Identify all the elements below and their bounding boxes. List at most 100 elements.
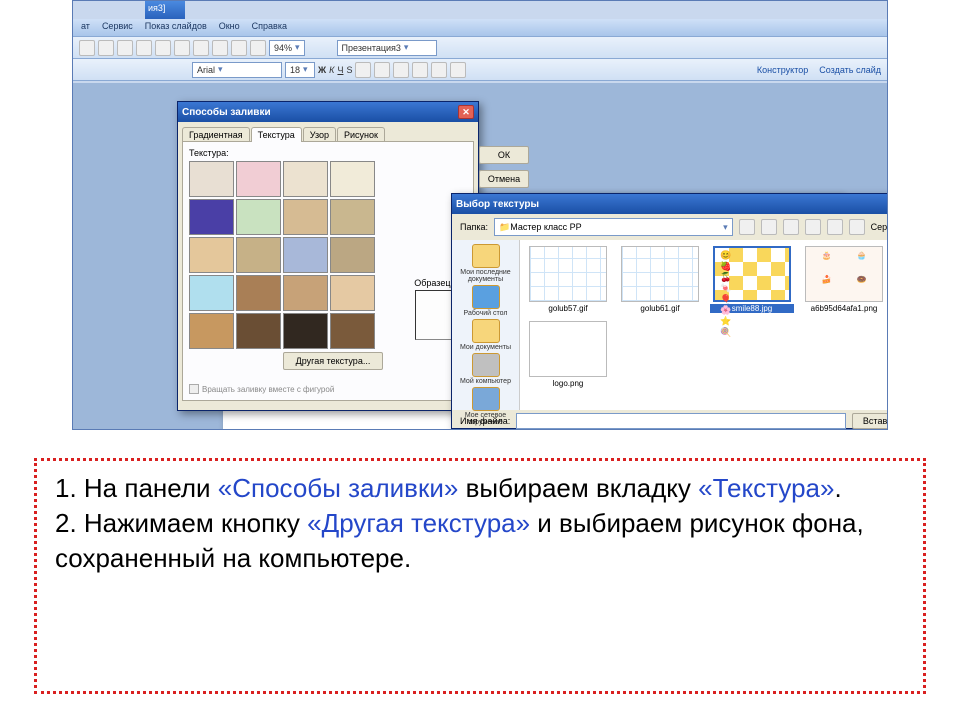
texture-swatch[interactable] [330,237,375,273]
texture-swatch[interactable] [189,275,234,311]
instr-text: выбираем вкладку [458,473,698,503]
rotate-checkbox[interactable]: Вращать заливку вместе с фигурой [189,384,334,394]
texture-swatch[interactable] [283,161,328,197]
menu-slideshow[interactable]: Показ слайдов [145,21,207,34]
file-item[interactable]: 😊🍓🍒🍬🎈🌸⭐🍭smile88.jpg [710,246,794,313]
texture-swatch[interactable] [189,237,234,273]
texture-swatch[interactable] [236,313,281,349]
close-icon[interactable]: ✕ [458,105,474,119]
back-icon[interactable] [739,219,755,235]
cancel-button[interactable]: Отмена [479,170,529,188]
menu-format[interactable]: ат [81,21,90,34]
texture-swatch[interactable] [330,199,375,235]
picker-bottom: Имя файла: Вставить [452,410,888,430]
toolbar-btn[interactable] [250,40,266,56]
toolbar-btn[interactable] [136,40,152,56]
italic-btn[interactable]: К [329,65,334,75]
titlebar-fragment: ия3] [145,1,185,19]
texture-swatch[interactable] [330,275,375,311]
texture-swatch[interactable] [189,199,234,235]
designer-btn[interactable]: Конструктор [757,65,808,75]
instr-text: 2. Нажимаем кнопку [55,508,307,538]
texture-swatch[interactable] [283,237,328,273]
delete-icon[interactable] [805,219,821,235]
toolbar-btn[interactable] [117,40,133,56]
places-bar: Мои последние документыРабочий столМои д… [452,240,520,410]
up-icon[interactable] [761,219,777,235]
fill-methods-dialog: Способы заливки ✕ Градиентная Текстура У… [177,101,479,411]
underline-btn[interactable]: Ч [337,65,343,75]
bold-btn[interactable]: Ж [318,65,326,75]
place-item[interactable]: Рабочий стол [454,285,517,317]
search-icon[interactable] [783,219,799,235]
tab-gradient[interactable]: Градиентная [182,127,250,142]
tab-texture[interactable]: Текстура [251,127,302,142]
texture-swatch[interactable] [189,161,234,197]
texture-swatch[interactable] [283,199,328,235]
file-item[interactable]: logo.png [526,321,610,388]
toolbar-btn[interactable] [174,40,190,56]
texture-swatch[interactable] [236,161,281,197]
picker-body: Мои последние документыРабочий столМои д… [452,240,888,410]
menu-service[interactable]: Сервис [102,21,133,34]
toolbar-btn[interactable] [79,40,95,56]
place-item[interactable]: Мои документы [454,319,517,351]
place-item[interactable]: Мои последние документы [454,244,517,283]
size-select[interactable]: 18▾ [285,62,315,78]
toolbar-formatting: Arial▾ 18▾ Ж К Ч S Конструктор Создать с… [73,59,887,81]
texture-swatch[interactable] [236,199,281,235]
toolbar-btn[interactable] [193,40,209,56]
filename-field[interactable] [516,413,846,429]
file-name: golub57.gif [526,304,610,313]
newfolder-icon[interactable] [827,219,843,235]
menu-window[interactable]: Окно [219,21,240,34]
tab-strip: Градиентная Текстура Узор Рисунок [178,122,478,141]
insert-button[interactable]: Вставить [852,413,888,429]
toolbar-btn[interactable] [231,40,247,56]
new-slide-btn[interactable]: Создать слайд [819,65,881,75]
dialog-title: Способы заливки [182,107,271,118]
texture-swatch[interactable] [236,275,281,311]
tab-pattern[interactable]: Узор [303,127,336,142]
toolbar-btn[interactable] [98,40,114,56]
strike-btn[interactable]: S [346,65,352,75]
texture-swatch[interactable] [189,313,234,349]
instr-quoted: «Способы заливки» [218,473,459,503]
other-texture-button[interactable]: Другая текстура... [283,352,383,370]
toolbar-btn[interactable] [450,62,466,78]
menu-help[interactable]: Справка [252,21,287,34]
instr-text: . [834,473,841,503]
toolbar-btn[interactable] [393,62,409,78]
file-item[interactable]: golub61.gif [618,246,702,313]
views-icon[interactable] [849,219,865,235]
app-window: ия3] ат Сервис Показ слайдов Окно Справк… [72,0,888,430]
file-name: logo.png [526,379,610,388]
file-item[interactable]: golub57.gif [526,246,610,313]
service-menu[interactable]: Сервис [871,222,888,232]
toolbar-btn[interactable] [374,62,390,78]
texture-swatch[interactable] [330,313,375,349]
toolbar-btn[interactable] [355,62,371,78]
texture-swatch[interactable] [283,275,328,311]
toolbar-btn[interactable] [212,40,228,56]
texture-swatch[interactable] [330,161,375,197]
toolbar-btn[interactable] [155,40,171,56]
dialog-titlebar: Способы заливки ✕ [178,102,478,122]
picker-topbar: Папка: 📁 Мастер класс РР▾ Сервис▾ [452,214,888,240]
folder-select[interactable]: 📁 Мастер класс РР▾ [494,218,733,236]
file-area[interactable]: golub57.gif golub61.gif😊🍓🍒🍬🎈🌸⭐🍭smile88.jp… [520,240,888,410]
tab-picture[interactable]: Рисунок [337,127,385,142]
font-select[interactable]: Arial▾ [192,62,282,78]
tab-body: Текстура: ОК Отмена Образец: Другая текс… [182,141,474,401]
ok-button[interactable]: ОК [479,146,529,164]
texture-swatch[interactable] [236,237,281,273]
zoom-select[interactable]: 94%▾ [269,40,305,56]
texture-swatch[interactable] [283,313,328,349]
toolbar-btn[interactable] [412,62,428,78]
file-item[interactable]: 🎂🧁🍰🍩a6b95d64afa1.png [802,246,886,313]
toolbar-btn[interactable] [431,62,447,78]
place-icon [472,353,500,377]
document-name[interactable]: Презентация3▾ [337,40,437,56]
place-icon [472,244,500,268]
place-item[interactable]: Мой компьютер [454,353,517,385]
